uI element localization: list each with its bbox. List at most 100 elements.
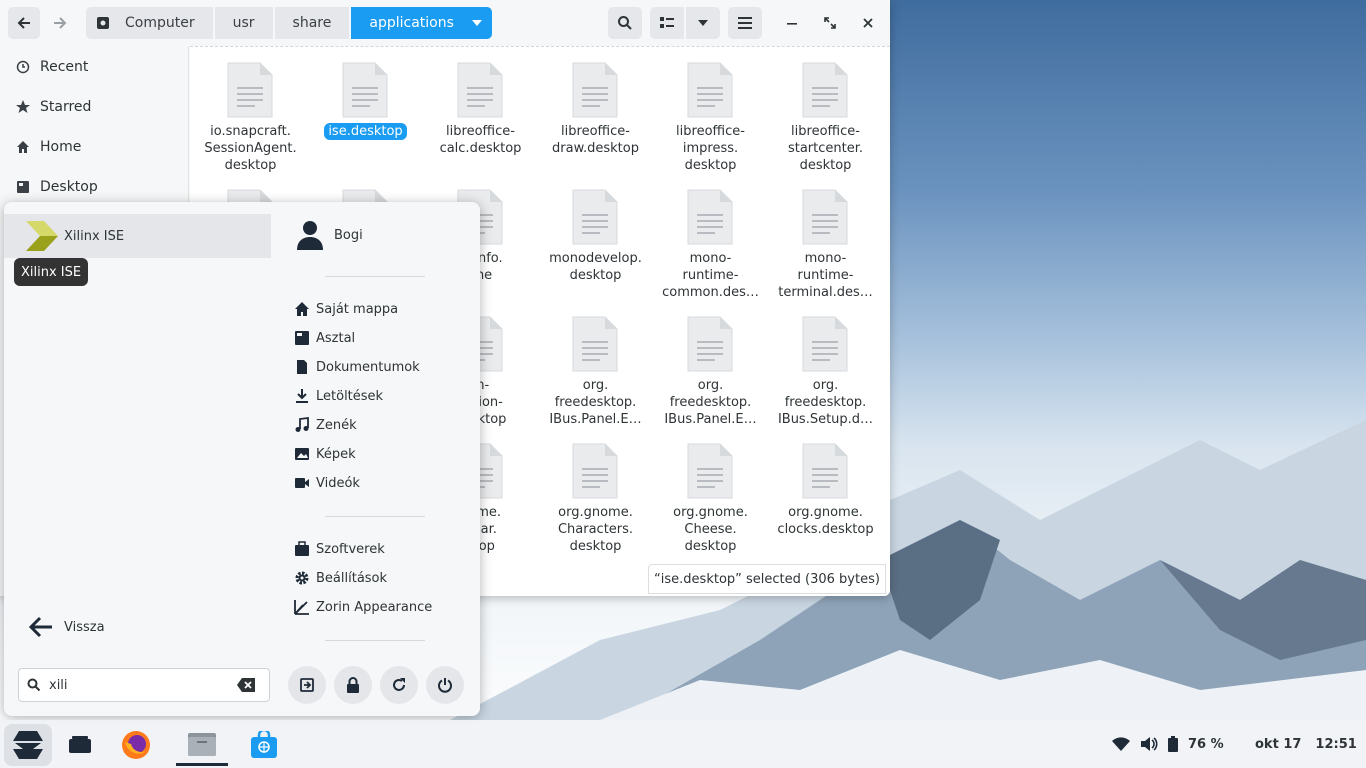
system-software[interactable]: Szoftverek — [294, 538, 385, 560]
sidebar-item-recent[interactable]: Recent — [0, 47, 189, 87]
chevron-down-icon[interactable] — [471, 20, 482, 26]
file-item-label[interactable]: libreoffice-impress. desktop — [653, 123, 768, 174]
store-icon — [251, 731, 277, 758]
text-file-icon[interactable] — [801, 442, 849, 500]
search-icon — [27, 678, 41, 692]
arrow-right-icon — [54, 17, 67, 29]
file-item-label[interactable]: io.snapcraft. SessionAgent. desktop — [193, 123, 308, 174]
place-downloads[interactable]: Letöltések — [294, 385, 383, 407]
star-icon — [16, 100, 30, 113]
arrow-left-icon — [17, 17, 30, 29]
sidebar-item-starred[interactable]: Starred — [0, 87, 189, 127]
restart-button[interactable] — [380, 666, 418, 704]
back-button[interactable]: Vissza — [28, 616, 105, 638]
minimize-icon — [787, 23, 797, 25]
text-file-icon[interactable] — [456, 61, 504, 119]
appearance-icon — [294, 600, 309, 615]
breadcrumb-share[interactable]: share — [274, 7, 350, 39]
file-item-label[interactable]: mono-runtime-common.des… — [653, 250, 768, 301]
lock-button[interactable] — [334, 666, 372, 704]
chevron-down-icon — [698, 20, 708, 26]
wifi-icon — [1112, 737, 1130, 751]
zorin-logo-icon — [13, 731, 43, 759]
system-zorin-appearance[interactable]: Zorin Appearance — [294, 596, 432, 618]
breadcrumb-usr[interactable]: usr — [214, 7, 273, 39]
text-file-icon[interactable] — [801, 315, 849, 373]
folder-icon — [188, 732, 216, 756]
file-item-label[interactable]: libreoffice-calc.desktop — [423, 123, 538, 157]
text-file-icon[interactable] — [686, 188, 734, 246]
breadcrumb-applications[interactable]: applications — [351, 7, 492, 39]
view-options-button[interactable] — [686, 7, 720, 39]
user-icon — [297, 221, 323, 250]
place-home[interactable]: Saját mappa — [294, 298, 398, 320]
battery-percent: 76 % — [1188, 736, 1224, 752]
text-file-icon[interactable] — [571, 315, 619, 373]
text-file-icon[interactable] — [801, 188, 849, 246]
files-button[interactable] — [176, 724, 228, 766]
logout-button[interactable] — [288, 666, 326, 704]
file-item-label[interactable]: org.gnome. clocks.desktop — [768, 504, 883, 538]
view-toggle-button[interactable] — [650, 7, 684, 39]
text-file-icon[interactable] — [226, 61, 274, 119]
file-item-label[interactable]: org. freedesktop. IBus.Panel.E… — [538, 377, 653, 428]
file-item-label[interactable]: libreoffice-startcenter. desktop — [768, 123, 883, 174]
close-button[interactable] — [854, 7, 882, 39]
clock[interactable]: okt 17 12:51 — [1255, 720, 1357, 768]
text-file-icon[interactable] — [571, 442, 619, 500]
separator — [325, 276, 425, 277]
download-icon — [296, 389, 308, 403]
arrow-left-icon — [28, 616, 52, 638]
sidebar-item-home[interactable]: Home — [0, 127, 189, 167]
search-box[interactable] — [18, 668, 270, 702]
search-button[interactable] — [608, 7, 642, 39]
text-file-icon[interactable] — [571, 188, 619, 246]
user-button[interactable]: Bogi — [296, 220, 363, 250]
show-desktop-button[interactable] — [56, 724, 104, 766]
search-icon — [618, 16, 632, 30]
menu-button[interactable] — [728, 7, 762, 39]
text-file-icon[interactable] — [341, 61, 389, 119]
place-desktop[interactable]: Asztal — [294, 327, 355, 349]
file-item-selected[interactable]: ise.desktop — [308, 123, 423, 140]
text-file-icon[interactable] — [801, 61, 849, 119]
home-icon — [17, 141, 29, 153]
list-view-icon — [660, 17, 674, 28]
file-item-label[interactable]: org.gnome. Characters. desktop — [538, 504, 653, 555]
maximize-button[interactable] — [816, 7, 844, 39]
firefox-button[interactable] — [112, 724, 160, 766]
search-result-xilinx-ise[interactable]: Xilinx ISE — [4, 214, 271, 258]
forward-button[interactable] — [44, 7, 76, 39]
software-store-button[interactable] — [240, 724, 288, 766]
zorin-menu-button[interactable] — [4, 724, 52, 766]
text-file-icon[interactable] — [686, 315, 734, 373]
header-bar: Computer usr share applications — [0, 0, 890, 46]
file-item-label[interactable]: org. freedesktop. IBus.Setup.d… — [768, 377, 883, 428]
file-item-label[interactable]: mono-runtime-terminal.des… — [768, 250, 883, 301]
power-button[interactable] — [426, 666, 464, 704]
file-item-label[interactable]: libreoffice-draw.desktop — [538, 123, 653, 157]
sidebar-item-desktop[interactable]: Desktop — [0, 167, 189, 207]
place-pictures[interactable]: Képek — [294, 443, 356, 465]
workspace-icon — [69, 736, 91, 753]
file-item-label[interactable]: org.gnome. Cheese. desktop — [653, 504, 768, 555]
breadcrumb-computer[interactable]: Computer — [86, 7, 213, 39]
file-item-label[interactable]: monodevelop. desktop — [538, 250, 653, 284]
search-input[interactable] — [49, 677, 229, 693]
back-button[interactable] — [8, 7, 40, 39]
place-videos[interactable]: Videók — [294, 472, 360, 494]
drive-icon — [97, 17, 109, 29]
clear-text-icon[interactable] — [237, 678, 255, 692]
desktop-icon — [17, 181, 29, 193]
system-tray[interactable]: 76 % — [1112, 720, 1224, 768]
text-file-icon[interactable] — [571, 61, 619, 119]
text-file-icon[interactable] — [686, 442, 734, 500]
text-file-icon[interactable] — [686, 61, 734, 119]
system-settings[interactable]: Beállítások — [294, 567, 387, 589]
place-documents[interactable]: Dokumentumok — [294, 356, 420, 378]
place-music[interactable]: Zenék — [294, 414, 357, 436]
file-item-label[interactable]: org. freedesktop. IBus.Panel.E… — [653, 377, 768, 428]
minimize-button[interactable] — [778, 7, 806, 39]
taskbar: 76 % okt 17 12:51 — [0, 720, 1366, 768]
volume-icon — [1141, 737, 1158, 751]
